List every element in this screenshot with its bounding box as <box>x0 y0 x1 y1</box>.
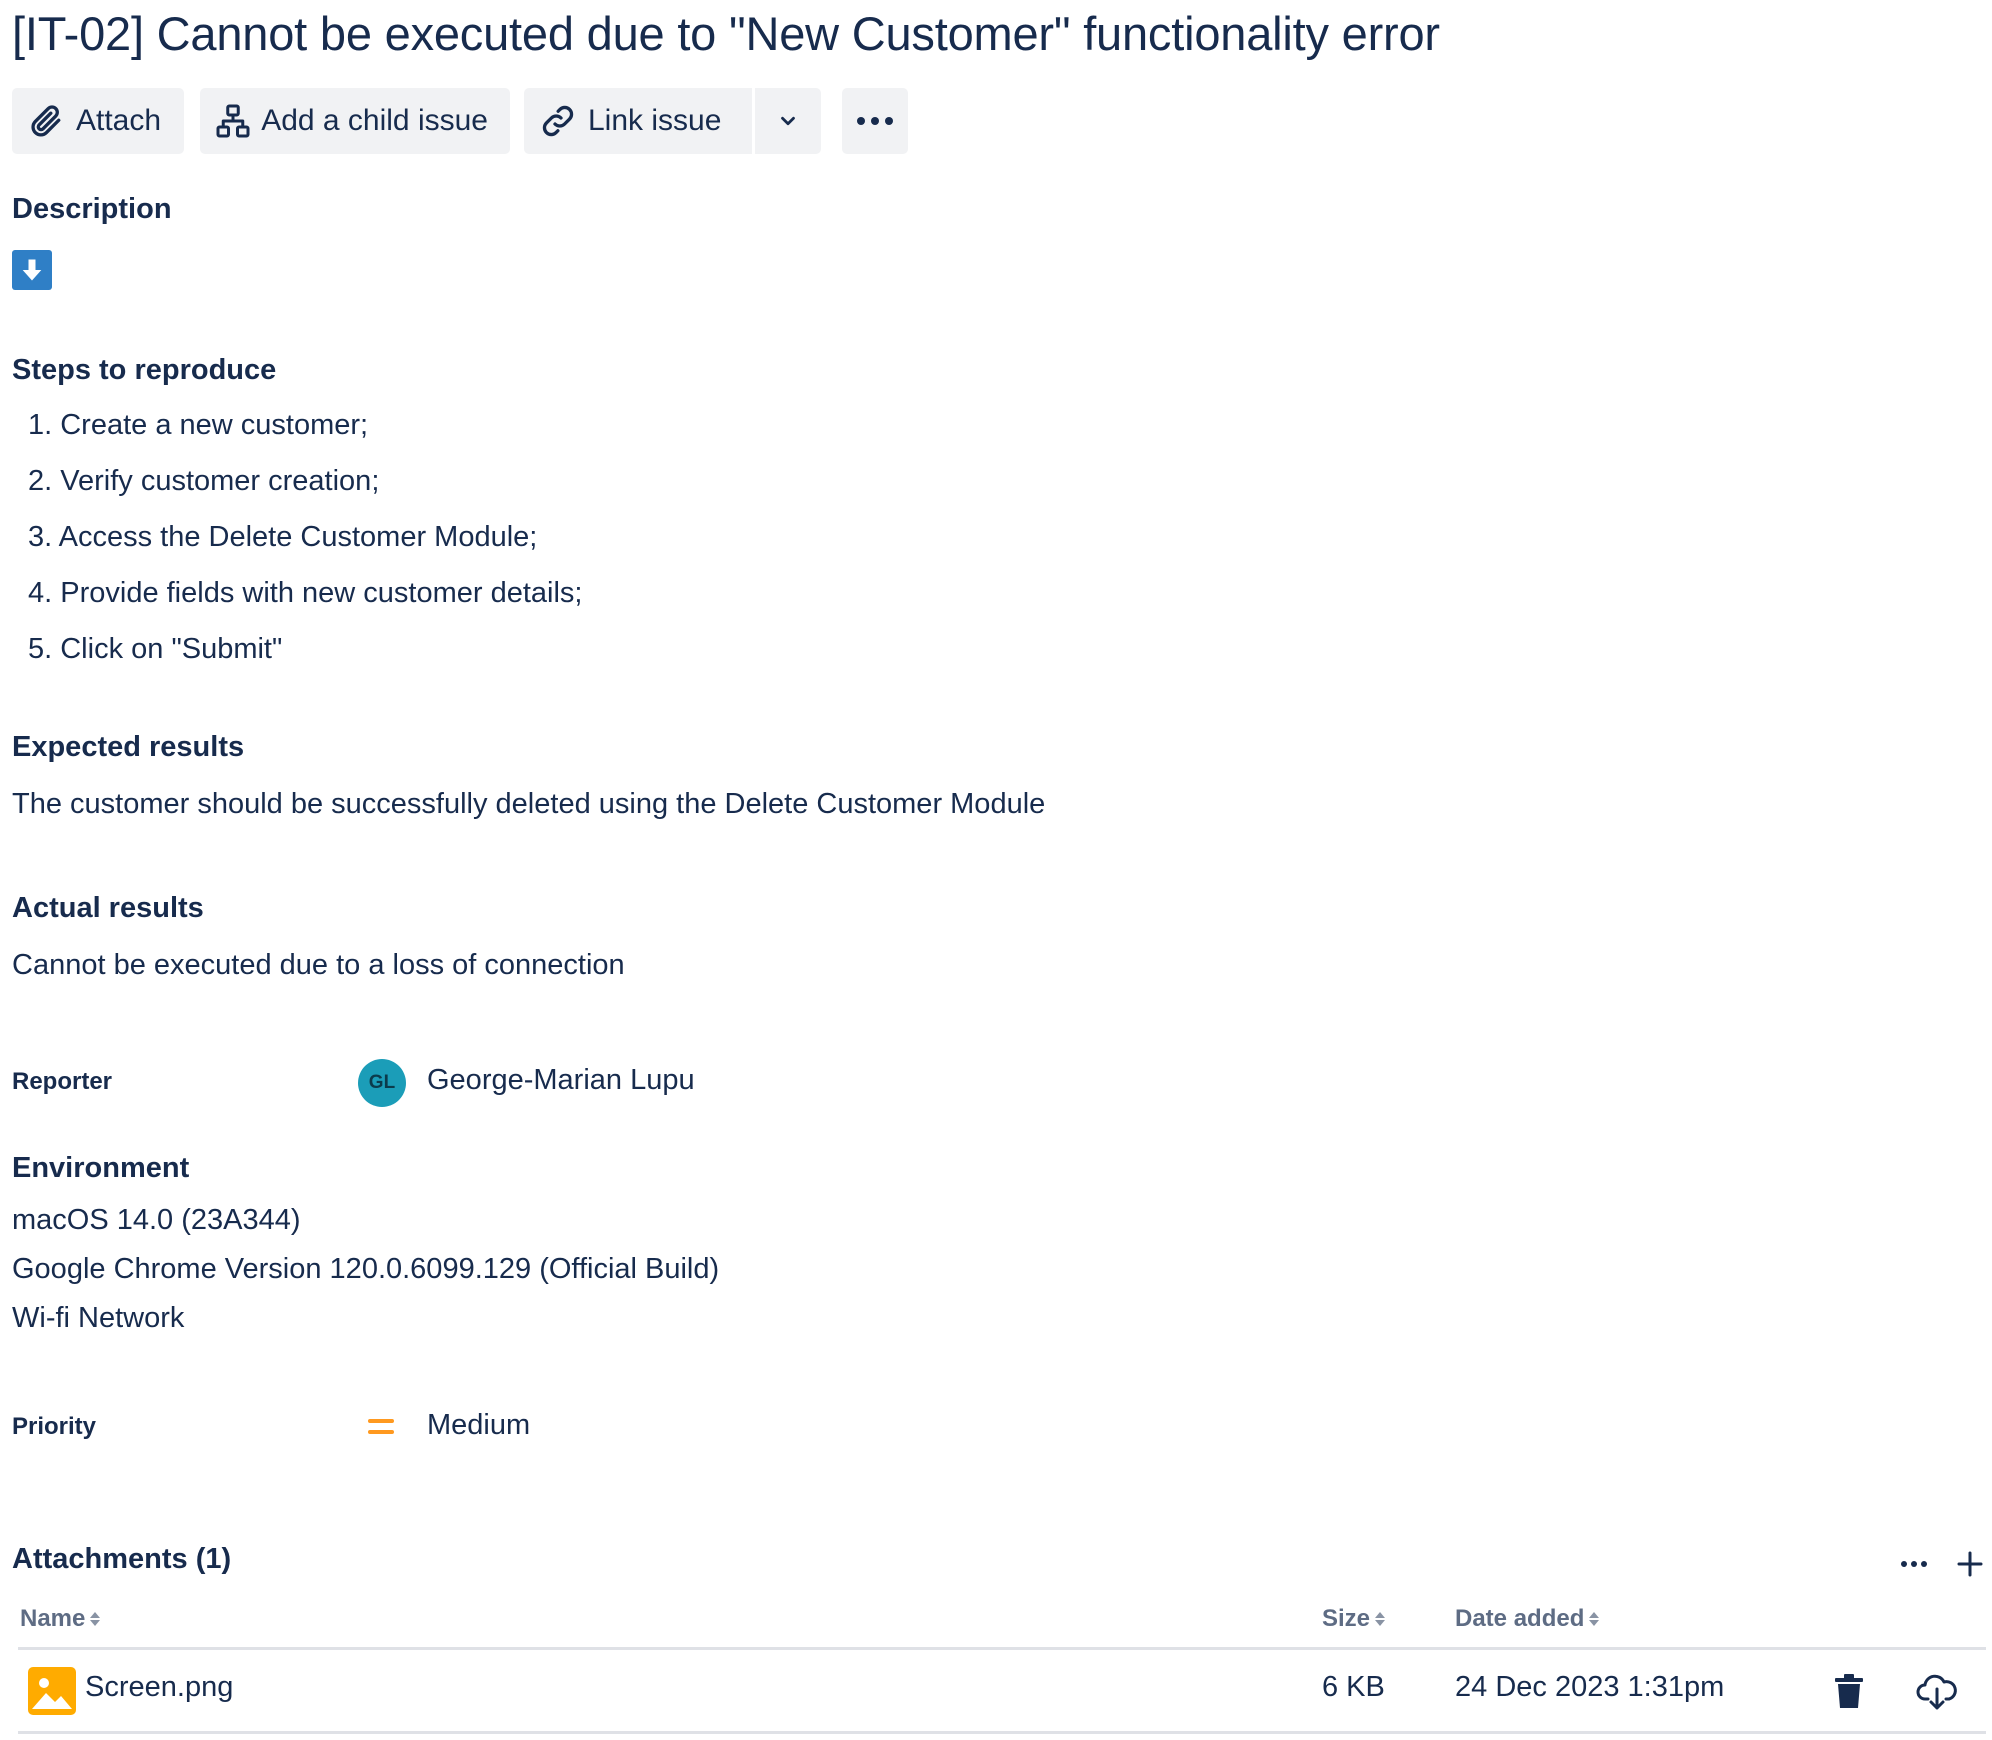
list-item: 3. Access the Delete Customer Module; <box>28 521 538 553</box>
cloud-download-icon <box>1916 1673 1958 1711</box>
priority-medium-icon <box>368 1416 394 1438</box>
add-child-issue-button[interactable]: Add a child issue <box>200 88 510 154</box>
chevron-down-icon <box>777 110 799 132</box>
reporter-label: Reporter <box>12 1068 113 1095</box>
actual-results-text: Cannot be executed due to a loss of conn… <box>12 949 625 981</box>
hierarchy-icon <box>214 101 251 141</box>
issue-title[interactable]: [IT-02] Cannot be executed due to "New C… <box>12 6 1440 61</box>
trash-icon <box>1833 1674 1865 1710</box>
attach-label: Attach <box>76 104 162 137</box>
list-item: 1. Create a new customer; <box>28 409 369 441</box>
expected-results-text: The customer should be successfully dele… <box>12 788 1046 820</box>
sort-icon <box>90 1612 101 1626</box>
attachments-heading: Attachments (1) <box>12 1543 232 1575</box>
arrow-down-icon <box>12 250 52 290</box>
list-item: 5. Click on "Submit" <box>28 633 283 665</box>
link-icon <box>538 101 578 141</box>
column-header-label: Name <box>20 1605 86 1632</box>
add-child-issue-label: Add a child issue <box>261 104 488 137</box>
link-issue-button[interactable]: Link issue <box>524 88 752 154</box>
attachment-file-name[interactable]: Screen.png <box>85 1671 233 1704</box>
link-issue-dropdown-button[interactable] <box>755 88 821 154</box>
column-header-date[interactable]: Date added <box>1455 1605 1600 1633</box>
sort-icon <box>1375 1612 1386 1626</box>
reporter-name[interactable]: George-Marian Lupu <box>427 1064 695 1097</box>
attachments-more-button[interactable] <box>1894 1548 1934 1580</box>
add-attachment-button[interactable] <box>1952 1546 1988 1582</box>
table-header-divider <box>18 1647 1986 1650</box>
list-item: 4. Provide fields with new customer deta… <box>28 577 583 609</box>
description-heading: Description <box>12 193 172 225</box>
environment-heading: Environment <box>12 1152 190 1184</box>
column-header-name[interactable]: Name <box>20 1605 101 1633</box>
attachment-date: 24 Dec 2023 1:31pm <box>1455 1671 1725 1703</box>
avatar[interactable]: GL <box>358 1059 406 1107</box>
paperclip-icon <box>26 101 66 141</box>
steps-list: 1. Create a new customer; 2. Verify cust… <box>28 405 582 685</box>
priority-label: Priority <box>12 1413 97 1440</box>
attach-button[interactable]: Attach <box>12 88 184 154</box>
column-header-size[interactable]: Size <box>1322 1605 1386 1633</box>
attachment-size: 6 KB <box>1322 1671 1385 1703</box>
environment-line: Wi-fi Network <box>12 1302 185 1334</box>
column-header-label: Size <box>1322 1605 1371 1632</box>
more-horizontal-icon <box>855 115 895 127</box>
expected-results-heading: Expected results <box>12 731 245 763</box>
list-item: 2. Verify customer creation; <box>28 465 380 497</box>
steps-heading: Steps to reproduce <box>12 354 277 386</box>
environment-line: Google Chrome Version 120.0.6099.129 (Of… <box>12 1253 720 1285</box>
delete-attachment-button[interactable] <box>1827 1670 1871 1714</box>
column-header-label: Date added <box>1455 1605 1585 1632</box>
more-actions-button[interactable] <box>842 88 908 154</box>
link-issue-label: Link issue <box>588 104 722 137</box>
download-attachment-button[interactable] <box>1915 1670 1959 1714</box>
image-file-icon <box>28 1667 76 1715</box>
priority-value[interactable]: Medium <box>427 1409 530 1442</box>
sort-icon <box>1589 1612 1600 1626</box>
more-horizontal-icon <box>1900 1560 1928 1568</box>
issue-page: [IT-02] Cannot be executed due to "New C… <box>0 0 1992 1740</box>
table-row-divider <box>18 1731 1986 1734</box>
environment-line: macOS 14.0 (23A344) <box>12 1204 301 1236</box>
plus-icon <box>1956 1550 1984 1578</box>
actual-results-heading: Actual results <box>12 892 204 924</box>
